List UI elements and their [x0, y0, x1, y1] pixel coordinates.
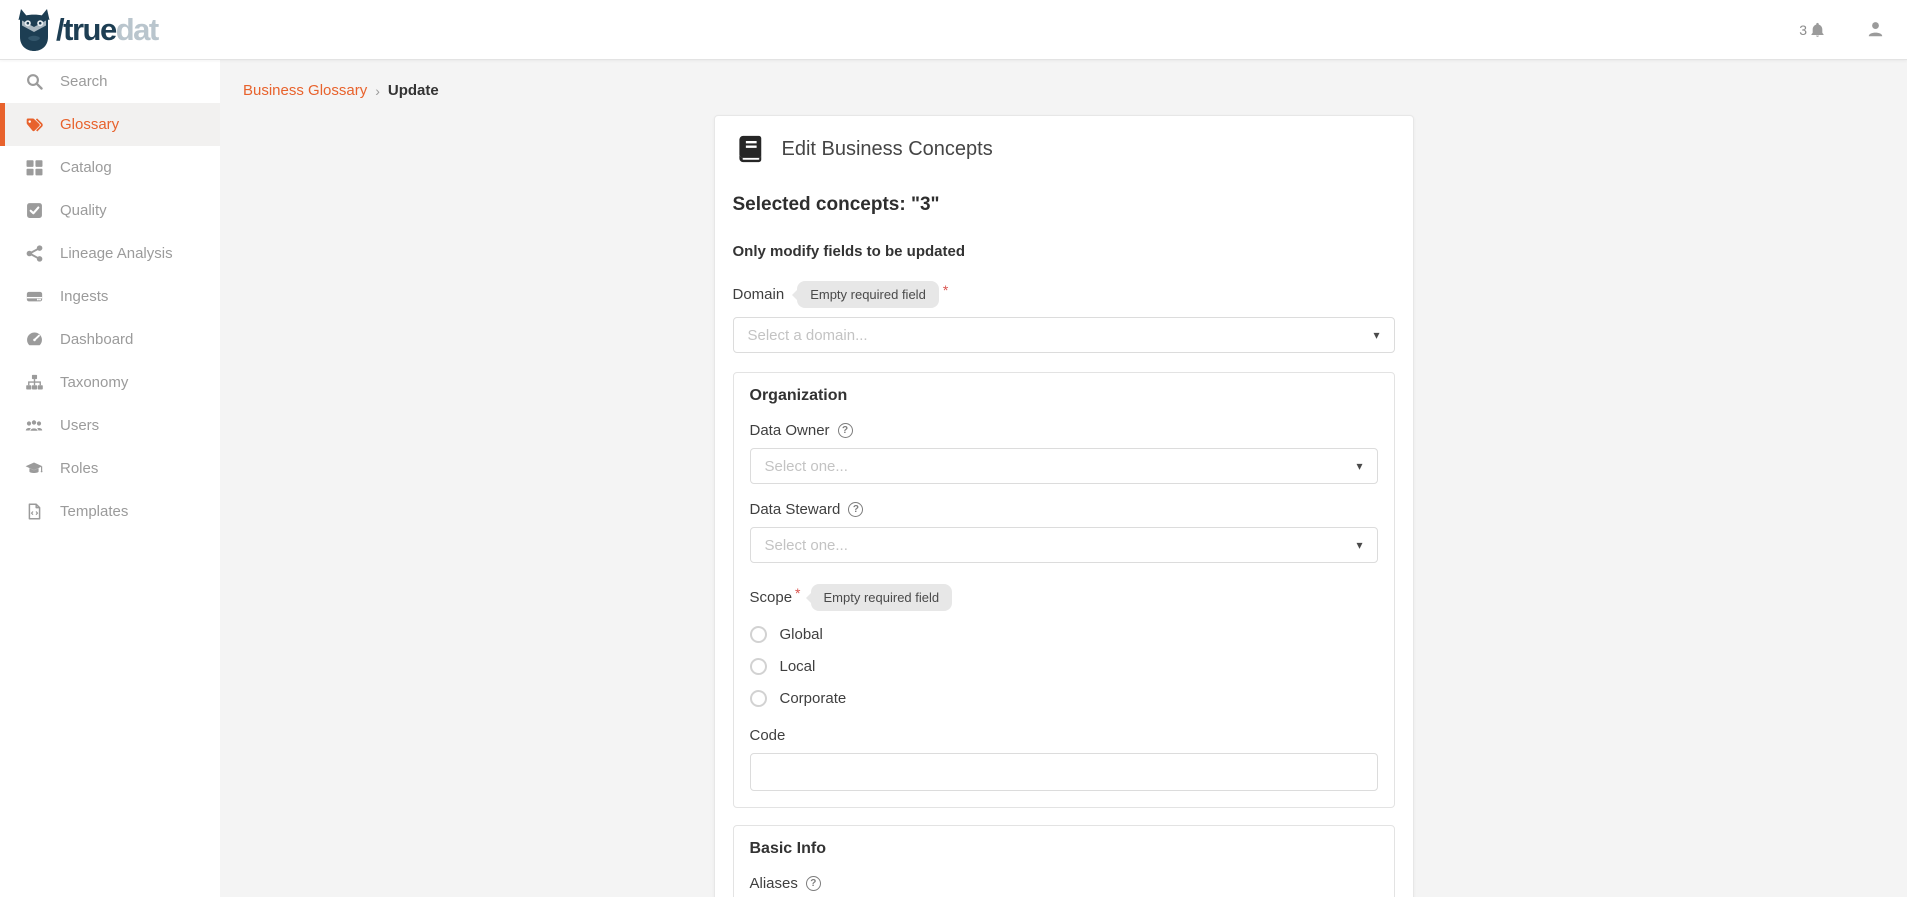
aliases-label-row: Aliases ?	[750, 875, 1378, 892]
users-icon	[25, 417, 43, 435]
breadcrumb: Business Glossary › Update	[220, 60, 1907, 99]
help-icon[interactable]: ?	[806, 876, 821, 891]
user-icon	[1866, 20, 1885, 39]
data-steward-label-row: Data Steward ?	[750, 501, 1378, 518]
help-icon[interactable]: ?	[848, 502, 863, 517]
sidebar-item-label: Templates	[60, 503, 128, 520]
gauge-icon	[25, 331, 43, 349]
sidebar-item-label: Quality	[60, 202, 107, 219]
book-icon	[735, 134, 765, 164]
sidebar-item-roles[interactable]: Roles	[0, 447, 220, 490]
sidebar-item-lineage-analysis[interactable]: Lineage Analysis	[0, 232, 220, 275]
notifications-button[interactable]: 3	[1799, 21, 1826, 39]
radio-button[interactable]	[750, 658, 767, 675]
sidebar-item-label: Search	[60, 73, 108, 90]
sidebar-item-ingests[interactable]: Ingests	[0, 275, 220, 318]
selected-concepts-text: Selected concepts: "3"	[733, 194, 1395, 216]
scope-label: Scope	[750, 589, 793, 606]
bell-icon	[1809, 21, 1826, 39]
sidebar-item-label: Lineage Analysis	[60, 245, 173, 262]
radio-label: Global	[780, 626, 823, 643]
basic-info-section: Basic Info Aliases ? Select one... ▾ GDP…	[733, 825, 1395, 897]
main-content: Business Glossary › Update Edit Business…	[220, 60, 1907, 897]
radio-button[interactable]	[750, 626, 767, 643]
chevron-right-icon: ›	[375, 83, 380, 99]
page-title: Edit Business Concepts	[782, 138, 993, 161]
radio-label: Corporate	[780, 690, 847, 707]
sidebar-item-catalog[interactable]: Catalog	[0, 146, 220, 189]
data-owner-label: Data Owner	[750, 422, 830, 439]
required-asterisk: *	[943, 282, 948, 298]
radio-button[interactable]	[750, 690, 767, 707]
sidebar: Search Glossary Catalog Quality Lineage …	[0, 60, 220, 897]
scope-label-row: Scope * Empty required field	[750, 584, 1378, 611]
sidebar-item-label: Taxonomy	[60, 374, 128, 391]
scope-option-local[interactable]: Local	[750, 658, 1378, 675]
sidebar-item-users[interactable]: Users	[0, 404, 220, 447]
sidebar-item-taxonomy[interactable]: Taxonomy	[0, 361, 220, 404]
truedat-logo[interactable]: /truedat	[14, 8, 158, 52]
data-owner-label-row: Data Owner ?	[750, 422, 1378, 439]
sidebar-item-label: Users	[60, 417, 99, 434]
code-label: Code	[750, 727, 786, 744]
data-steward-label: Data Steward	[750, 501, 841, 518]
help-icon[interactable]: ?	[838, 423, 853, 438]
sidebar-item-glossary[interactable]: Glossary	[0, 103, 220, 146]
topbar-actions: 3	[1799, 20, 1891, 39]
required-asterisk: *	[795, 585, 800, 601]
data-owner-select[interactable]: Select one... ▾	[750, 448, 1378, 484]
share-nodes-icon	[25, 245, 43, 263]
sidebar-item-quality[interactable]: Quality	[0, 189, 220, 232]
sidebar-item-label: Dashboard	[60, 331, 133, 348]
organization-section: Organization Data Owner ? Select one... …	[733, 372, 1395, 808]
sidebar-item-label: Glossary	[60, 116, 119, 133]
sidebar-item-label: Catalog	[60, 159, 112, 176]
sidebar-item-search[interactable]: Search	[0, 60, 220, 103]
user-menu-button[interactable]	[1866, 20, 1885, 39]
sidebar-item-label: Roles	[60, 460, 98, 477]
tags-icon	[25, 116, 43, 134]
owl-logo-icon	[14, 8, 54, 52]
domain-select[interactable]: Select a domain... ▾	[733, 317, 1395, 353]
card-header: Edit Business Concepts	[733, 128, 1395, 170]
search-icon	[25, 73, 43, 91]
sidebar-item-templates[interactable]: Templates	[0, 490, 220, 533]
check-square-icon	[25, 202, 43, 220]
topbar: /truedat 3	[0, 0, 1907, 60]
brand-name-primary: true	[63, 12, 116, 47]
sidebar-item-label: Ingests	[60, 288, 108, 305]
caret-down-icon: ▾	[1356, 460, 1362, 472]
domain-label: Domain	[733, 286, 785, 303]
brand-wordmark: /truedat	[56, 14, 158, 45]
caret-down-icon: ▾	[1373, 329, 1379, 341]
graduation-cap-icon	[25, 460, 43, 478]
file-code-icon	[25, 503, 43, 521]
radio-label: Local	[780, 658, 816, 675]
empty-required-badge: Empty required field	[797, 281, 939, 308]
organization-heading: Organization	[750, 387, 1378, 405]
aliases-label: Aliases	[750, 875, 798, 892]
data-steward-select[interactable]: Select one... ▾	[750, 527, 1378, 563]
scope-option-global[interactable]: Global	[750, 626, 1378, 643]
sidebar-item-dashboard[interactable]: Dashboard	[0, 318, 220, 361]
brand-name-secondary: dat	[116, 12, 158, 47]
grid-icon	[25, 159, 43, 177]
sitemap-icon	[25, 374, 43, 392]
scope-option-corporate[interactable]: Corporate	[750, 690, 1378, 707]
instruction-text: Only modify fields to be updated	[733, 243, 1395, 260]
data-owner-select-placeholder: Select one...	[765, 458, 848, 475]
empty-required-badge: Empty required field	[811, 584, 953, 611]
breadcrumb-link-business-glossary[interactable]: Business Glossary	[243, 82, 367, 99]
caret-down-icon: ▾	[1356, 539, 1362, 551]
edit-business-concepts-card: Edit Business Concepts Selected concepts…	[714, 115, 1414, 897]
code-input[interactable]	[750, 753, 1378, 791]
domain-select-placeholder: Select a domain...	[748, 327, 868, 344]
code-label-row: Code	[750, 727, 1378, 744]
drive-icon	[25, 288, 43, 306]
notification-count: 3	[1799, 22, 1807, 38]
data-steward-select-placeholder: Select one...	[765, 537, 848, 554]
basic-info-heading: Basic Info	[750, 840, 1378, 858]
breadcrumb-current: Update	[388, 82, 439, 99]
domain-label-row: Domain Empty required field *	[733, 281, 1395, 308]
